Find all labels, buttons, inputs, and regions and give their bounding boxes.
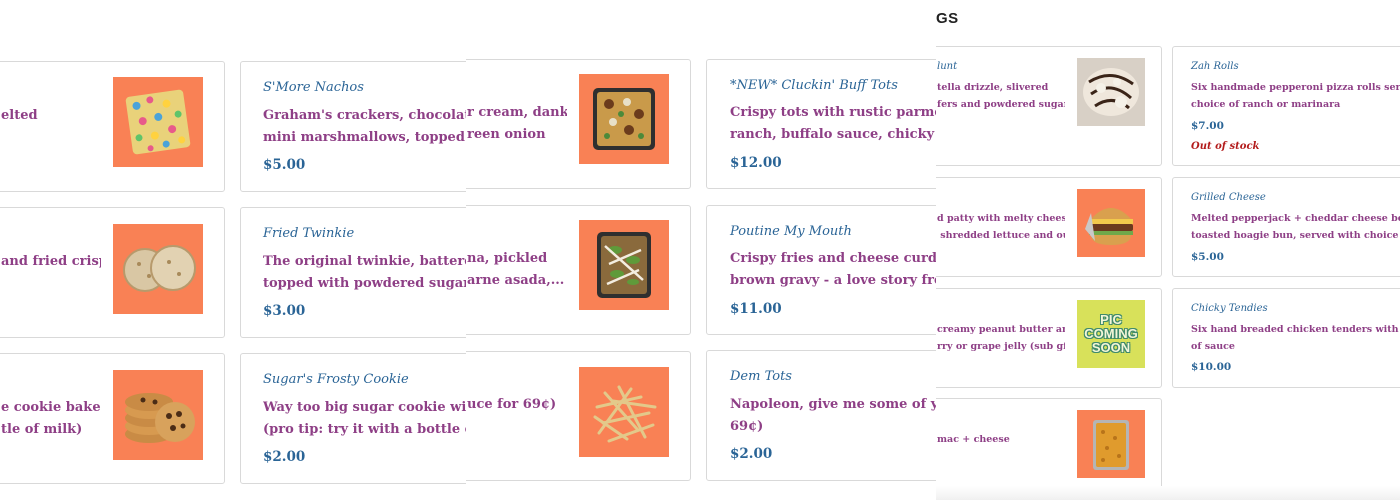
menu-panel-loaded: r cream, dank reen onion na, pickled arn… [466,0,936,500]
item-image [579,367,669,457]
item-price: $10.00 [1191,361,1232,373]
item-name: Dem Tots [730,369,792,384]
item-description: Six hand breaded chicken tenders with yo… [1191,324,1399,352]
menu-item-card[interactable]: Grilled Cheese Melted pepperjack + chedd… [1172,177,1400,277]
item-image [1077,58,1145,126]
menu-item-card[interactable]: lunt tella drizzle, slivered fers and po… [936,46,1162,166]
cookie-stack-image [125,393,195,443]
item-price: $2.00 [730,446,773,462]
menu-item-card[interactable]: S'More Nachos Graham's crackers, chocola… [240,61,466,192]
item-name: lunt [937,61,958,72]
item-name: Sugar's Frosty Cookie [263,372,409,387]
mac-tray-image [1093,420,1129,470]
item-description: Graham's crackers, chocolate sauc mini m… [263,108,466,145]
menu-item-card[interactable]: mac + cheese [936,398,1162,490]
menu-item-card[interactable]: Sugar's Frosty Cookie Way too big sugar … [240,353,466,484]
bottom-fade [936,486,1400,500]
item-image [113,77,203,167]
fried-balls-image [123,245,196,292]
item-image [113,370,203,460]
menu-item-card[interactable]: e cookie baked tle of milk) [0,353,225,484]
item-price: $3.00 [263,303,306,319]
item-image [1077,189,1145,257]
menu-item-card[interactable]: na, pickled arne asada,... [466,205,691,335]
item-price: $11.00 [730,301,782,317]
item-description: d patty with melty cheese, shredded lett… [937,213,1065,241]
menu-item-card[interactable]: *NEW* Cluckin' Buff Tots Crispy tots wit… [706,59,936,189]
item-description: r cream, dank reen onion [467,105,567,142]
fries-image [593,385,657,443]
item-name: S'More Nachos [263,80,364,95]
item-price: $5.00 [263,157,306,173]
item-price: $5.00 [1191,251,1224,263]
menu-panel-mains: GS lunt tella drizzle, slivered fers and… [936,0,1400,500]
item-description: na, pickled arne asada,... [467,251,565,288]
item-name: Grilled Cheese [1191,192,1266,203]
item-image [579,74,669,164]
item-description: tella drizzle, slivered fers and powdere… [937,82,1065,110]
menu-item-card[interactable]: d patty with melty cheese, shredded lett… [936,177,1162,277]
item-description: Crispy fries and cheese curds cover brow… [730,251,936,288]
item-description: The original twinkie, battered and toppe… [263,254,466,291]
item-description: Crispy tots with rustic parmesan, g ranc… [730,105,936,142]
item-description: Melted pepperjack + cheddar cheese betwe… [1191,213,1400,241]
loaded-tray-image [593,88,655,150]
item-description: creamy peanut butter and rry or grape je… [937,324,1065,352]
dessert-plate-image [1077,58,1145,126]
menu-item-card[interactable]: uce for 69¢) [466,351,691,481]
menu-item-card[interactable]: Fried Twinkie The original twinkie, batt… [240,207,466,338]
item-price: $7.00 [1191,120,1224,132]
item-description: and fried crisp [1,254,101,269]
out-of-stock-label: Out of stock [1191,141,1260,152]
item-name: Poutine My Mouth [730,224,852,239]
jalapeno-tray-image [597,232,651,298]
menu-item-card[interactable]: creamy peanut butter and rry or grape je… [936,288,1162,388]
menu-item-card[interactable]: elted [0,61,225,192]
pic-coming-soon-image: PIC COMING SOON [1077,300,1145,368]
item-name: Fried Twinkie [263,226,355,241]
item-image [579,220,669,310]
item-image [1077,410,1145,478]
burger-image [1085,208,1133,245]
item-description: uce for 69¢) [467,397,557,412]
menu-item-card[interactable]: Zah Rolls Six handmade pepperoni pizza r… [1172,46,1400,166]
menu-item-card[interactable]: Poutine My Mouth Crispy fries and cheese… [706,205,936,335]
menu-panel-desserts: elted and fried crisp e cookie bake tle … [0,0,466,500]
item-name: *NEW* Cluckin' Buff Tots [730,78,898,93]
item-price: $12.00 [730,155,782,171]
item-image [113,224,203,314]
menu-item-card[interactable]: and fried crisp [0,207,225,338]
item-name: Chicky Tendies [1191,303,1268,314]
menu-item-card[interactable]: Dem Tots Napoleon, give me some of your … [706,350,936,481]
item-description: Six handmade pepperoni pizza rolls serve… [1191,82,1400,110]
section-heading: GS [936,10,959,27]
cereal-bar-image [125,89,191,155]
item-description: Napoleon, give me some of your tot 69¢) [730,397,936,434]
menu-item-card[interactable]: r cream, dank reen onion [466,59,691,189]
item-description: e cookie baked tle of milk) [1,400,101,437]
item-price: $2.00 [263,449,306,465]
item-name: Zah Rolls [1191,61,1239,72]
menu-item-card[interactable]: Chicky Tendies Six hand breaded chicken … [1172,288,1400,388]
item-description: elted [1,108,38,123]
item-description: mac + cheese [937,434,1010,445]
item-description: Way too big sugar cookie with a sic (pro… [263,400,466,437]
